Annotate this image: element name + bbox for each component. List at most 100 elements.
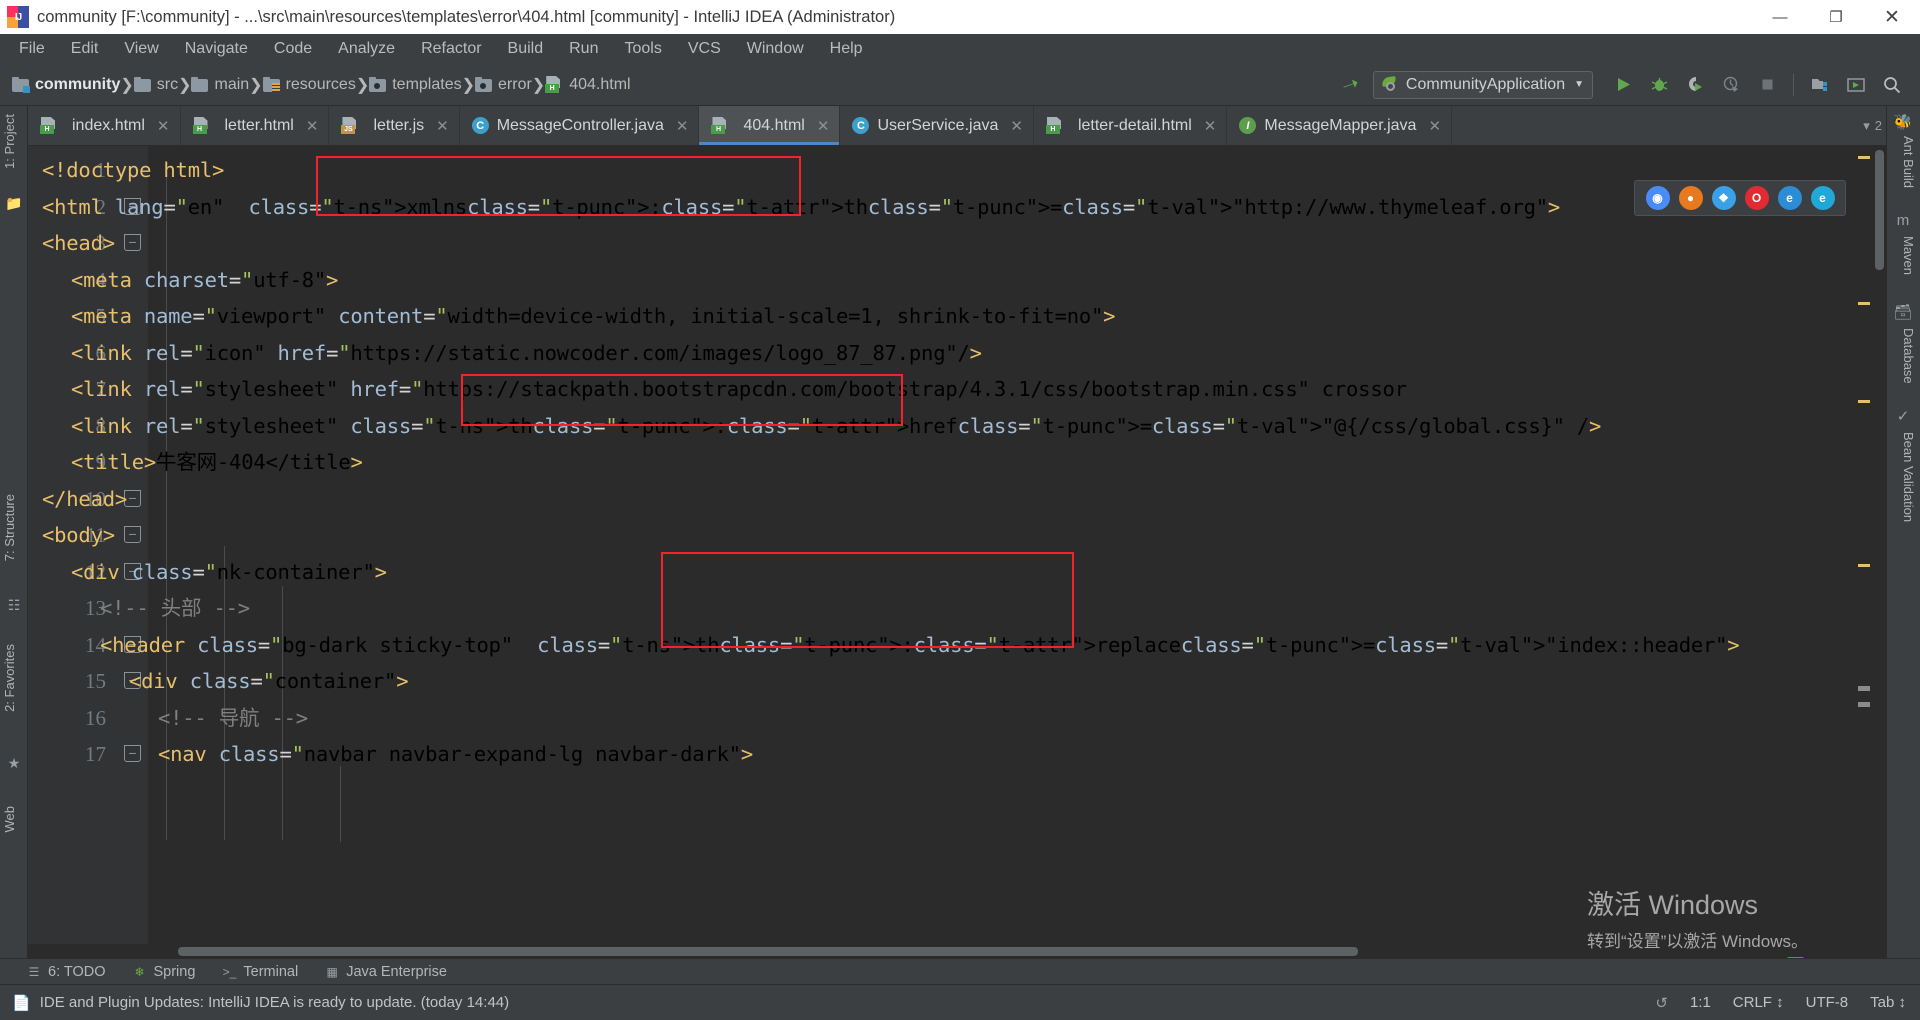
- ant-build-icon[interactable]: 🐝: [1893, 112, 1913, 132]
- opera-icon[interactable]: O: [1744, 186, 1769, 210]
- editor-tab-letter-js[interactable]: JS letter.js ✕: [329, 106, 460, 145]
- menu-analyze[interactable]: Analyze: [325, 38, 408, 60]
- tool-window-terminal[interactable]: >_ Terminal: [221, 964, 299, 980]
- project-folder-icon[interactable]: 📁: [5, 194, 23, 212]
- close-icon[interactable]: ✕: [817, 117, 830, 135]
- code-line[interactable]: <title>牛客网-404</title>: [71, 444, 363, 481]
- structure-icon[interactable]: ☷: [5, 596, 23, 614]
- build-hammer-icon[interactable]: ➝: [1338, 70, 1362, 99]
- close-icon[interactable]: ✕: [436, 117, 449, 135]
- code-line[interactable]: <link rel="stylesheet" href="https://sta…: [71, 371, 1407, 408]
- tool-window-database[interactable]: Database: [1901, 328, 1916, 384]
- editor-tab-404-html[interactable]: H 404.html ✕: [699, 106, 841, 145]
- breadcrumb-item-templates[interactable]: templates: [369, 76, 462, 94]
- menu-refactor[interactable]: Refactor: [408, 38, 494, 60]
- profile-button[interactable]: [1716, 70, 1746, 100]
- file-encoding[interactable]: UTF-8: [1806, 994, 1849, 1011]
- search-everywhere-button[interactable]: [1877, 70, 1907, 100]
- safari-icon[interactable]: ❖: [1711, 186, 1736, 210]
- code-fold-toggle[interactable]: −: [124, 234, 141, 251]
- close-icon[interactable]: ✕: [1010, 117, 1023, 135]
- menu-view[interactable]: View: [111, 38, 171, 60]
- tool-window-spring[interactable]: ❄ Spring: [131, 964, 195, 980]
- caret-position[interactable]: 1:1: [1690, 994, 1711, 1011]
- line-separator[interactable]: CRLF ↕: [1733, 994, 1784, 1011]
- edge-icon[interactable]: e: [1810, 186, 1835, 210]
- code-line[interactable]: </head>: [42, 481, 127, 518]
- code-line[interactable]: <meta name="viewport" content="width=dev…: [71, 298, 1116, 335]
- code-line[interactable]: <html lang="en" class="t-ns">xmlnsclass=…: [42, 189, 1560, 226]
- menu-file[interactable]: File: [6, 38, 58, 60]
- code-line[interactable]: <meta charset="utf-8">: [71, 262, 338, 299]
- editor-tab-index-html[interactable]: H index.html ✕: [28, 106, 181, 145]
- menu-navigate[interactable]: Navigate: [172, 38, 261, 60]
- code-line[interactable]: <div class="nk-container">: [71, 554, 387, 591]
- database-icon[interactable]: 🗃: [1893, 302, 1913, 322]
- tool-window-structure[interactable]: 7: Structure: [2, 494, 17, 561]
- tool-window-bean-validation[interactable]: Bean Validation: [1901, 432, 1916, 522]
- menu-code[interactable]: Code: [261, 38, 325, 60]
- menu-build[interactable]: Build: [495, 38, 557, 60]
- vcs-sync-icon[interactable]: ↺: [1655, 994, 1668, 1012]
- code-line[interactable]: <header class="bg-dark sticky-top" class…: [100, 627, 1740, 664]
- run-configuration-selector[interactable]: CommunityApplication ▼: [1372, 70, 1593, 99]
- tool-window-favorites[interactable]: 2: Favorites: [2, 644, 17, 712]
- tool-window-todo[interactable]: ☰ 6: TODO: [26, 964, 106, 980]
- editor-tab-letter-html[interactable]: H letter.html ✕: [181, 106, 330, 145]
- close-icon[interactable]: ✕: [1428, 117, 1441, 135]
- update-project-button[interactable]: [1841, 70, 1871, 100]
- run-button[interactable]: [1608, 70, 1638, 100]
- code-line[interactable]: <head>: [42, 225, 115, 262]
- breadcrumb-item-main[interactable]: main: [191, 76, 249, 94]
- tool-window-web[interactable]: Web: [2, 806, 17, 833]
- code-line[interactable]: <!-- 导航 -->: [158, 700, 308, 737]
- tool-window-ant-build[interactable]: Ant Build: [1901, 136, 1916, 188]
- editor-tab-messagemapper-java[interactable]: I MessageMapper.java ✕: [1227, 106, 1453, 145]
- chevron-down-icon[interactable]: ▾: [1863, 118, 1870, 134]
- close-icon[interactable]: ✕: [1204, 117, 1217, 135]
- stop-button[interactable]: [1752, 70, 1782, 100]
- breadcrumb-item-error[interactable]: error: [475, 76, 532, 94]
- code-editor[interactable]: 1 2−3−4 5 6 7 8 9 10−11−12−13 14−15−16 17− <!doct…: [28, 146, 1886, 958]
- maximize-button[interactable]: ❐: [1808, 0, 1864, 34]
- code-line[interactable]: <body>: [42, 517, 115, 554]
- menu-vcs[interactable]: VCS: [675, 38, 734, 60]
- status-message-group[interactable]: 📄 IDE and Plugin Updates: IntelliJ IDEA …: [12, 994, 509, 1012]
- maven-icon[interactable]: m: [1893, 210, 1913, 230]
- close-icon[interactable]: ✕: [676, 117, 689, 135]
- firefox-icon[interactable]: ●: [1678, 186, 1703, 210]
- editor-tab-messagecontroller-java[interactable]: C MessageController.java ✕: [460, 106, 700, 145]
- editor-tab-userservice-java[interactable]: C UserService.java ✕: [840, 106, 1034, 145]
- editor-vertical-scrollbar[interactable]: [1872, 146, 1886, 958]
- code-line[interactable]: <!doctype html>: [42, 152, 224, 189]
- menu-run[interactable]: Run: [556, 38, 611, 60]
- code-line[interactable]: <!-- 头部 -->: [100, 590, 250, 627]
- breadcrumb-item-resources[interactable]: resources: [262, 76, 356, 94]
- tool-window-maven[interactable]: Maven: [1901, 236, 1916, 275]
- close-button[interactable]: ✕: [1864, 0, 1920, 34]
- code-line[interactable]: <nav class="navbar navbar-expand-lg navb…: [158, 736, 753, 773]
- menu-help[interactable]: Help: [817, 38, 876, 60]
- chrome-icon[interactable]: ◉: [1645, 186, 1670, 210]
- code-fold-toggle[interactable]: −: [124, 745, 141, 762]
- bean-validation-icon[interactable]: ✓: [1893, 406, 1913, 426]
- close-icon[interactable]: ✕: [306, 117, 319, 135]
- ie-icon[interactable]: e: [1777, 186, 1802, 210]
- run-with-coverage-button[interactable]: [1680, 70, 1710, 100]
- star-icon[interactable]: ★: [5, 754, 23, 772]
- minimize-button[interactable]: —: [1752, 0, 1808, 34]
- tool-window-java-enterprise[interactable]: ▦ Java Enterprise: [324, 964, 447, 980]
- breadcrumb-item-src[interactable]: src: [133, 76, 178, 94]
- code-line[interactable]: <div class="container">: [129, 663, 409, 700]
- code-line[interactable]: <link rel="stylesheet" class="t-ns">thcl…: [71, 408, 1601, 445]
- tool-window-project[interactable]: 1: Project: [2, 114, 17, 169]
- breadcrumb-item-community[interactable]: community: [12, 76, 120, 94]
- breadcrumb-item-404html[interactable]: H 404.html: [545, 76, 631, 94]
- code-content[interactable]: [148, 146, 1886, 958]
- tab-overflow[interactable]: ▾ 2: [1863, 106, 1886, 145]
- menu-window[interactable]: Window: [734, 38, 817, 60]
- code-fold-toggle[interactable]: −: [124, 526, 141, 543]
- editor-tab-letter-detail-html[interactable]: H letter-detail.html ✕: [1034, 106, 1228, 145]
- menu-edit[interactable]: Edit: [58, 38, 112, 60]
- scrollbar-thumb[interactable]: [1875, 150, 1884, 270]
